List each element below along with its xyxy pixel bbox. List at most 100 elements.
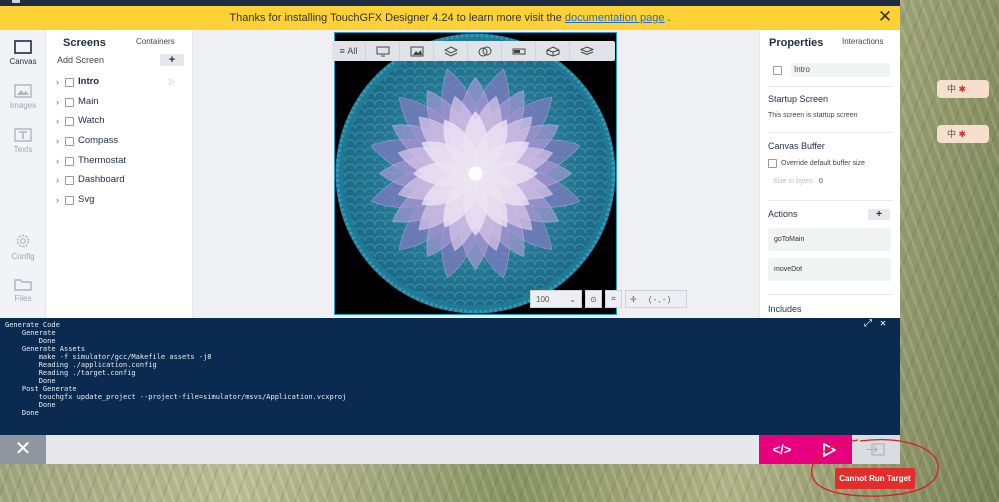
canvas-area: 100 ⌄ ⊙ ⌗ ✛ ( - , - ) ≡ All xyxy=(193,30,759,318)
properties-panel: Properties Interactions Intro Startup Sc… xyxy=(759,30,900,318)
chevron-right-icon[interactable]: › xyxy=(56,77,59,87)
screen-label: Thermostat xyxy=(78,155,127,166)
filter-all-button[interactable]: ≡ All xyxy=(332,41,366,61)
nav-files-label: Files xyxy=(14,294,32,303)
ime-tag-1[interactable]: 中 ✱ xyxy=(937,80,989,98)
screen-checkbox[interactable] xyxy=(65,98,74,107)
folder-icon xyxy=(14,279,32,291)
screen-item-thermostat[interactable]: › Thermostat xyxy=(46,153,193,171)
nav-texts-label: Texts xyxy=(13,145,33,154)
screens-panel: Screens Containers Add Screen + › Intro … xyxy=(46,30,193,318)
run-target-icon xyxy=(867,443,885,456)
screen-label: Main xyxy=(78,96,99,107)
screen-item-svg[interactable]: › Svg xyxy=(46,192,193,210)
chevron-right-icon[interactable]: › xyxy=(56,116,59,126)
nav-canvas[interactable]: Canvas xyxy=(0,40,46,66)
screen-label: Dashboard xyxy=(78,174,125,185)
add-screen-button[interactable]: + xyxy=(160,54,184,66)
divider xyxy=(768,294,892,295)
run-simulator-button[interactable] xyxy=(805,435,852,464)
screen-checkbox[interactable] xyxy=(65,78,74,87)
coordinates-display: ✛ ( - , - ) xyxy=(625,290,687,308)
containers-tab[interactable]: Containers xyxy=(136,37,175,46)
image-icon xyxy=(14,84,32,98)
size-in-bytes-label: Size in bytes xyxy=(773,178,813,185)
properties-title[interactable]: Properties xyxy=(769,37,823,49)
nav-canvas-label: Canvas xyxy=(9,57,37,66)
divider xyxy=(768,200,892,201)
fit-icon[interactable]: ⊙ xyxy=(585,290,602,308)
screen-preview[interactable]: 100 ⌄ ⊙ ⌗ ✛ ( - , - ) xyxy=(334,32,687,315)
text-icon xyxy=(14,128,32,142)
screens-title[interactable]: Screens xyxy=(63,37,106,49)
close-icon[interactable]: ✕ xyxy=(876,8,894,26)
screen-item-watch[interactable]: › Watch xyxy=(46,113,193,131)
override-buffer-checkbox[interactable] xyxy=(768,159,777,168)
screen-visible-checkbox[interactable] xyxy=(773,66,782,75)
maximize-icon[interactable]: ⤢ xyxy=(864,319,872,329)
shapes-icon[interactable] xyxy=(468,41,502,61)
close-console-icon[interactable]: ✕ xyxy=(880,319,886,329)
chevron-right-icon[interactable]: › xyxy=(56,97,59,107)
add-screen-label: Add Screen xyxy=(57,55,105,65)
ime-tag-2[interactable]: 中 ✱ xyxy=(937,125,989,143)
layers-glyph xyxy=(580,45,594,55)
includes-title: Includes xyxy=(768,304,802,314)
image-icon[interactable] xyxy=(400,41,434,61)
screen-label: Compass xyxy=(78,135,119,146)
chevron-right-icon[interactable]: › xyxy=(56,156,59,166)
nav-images[interactable]: Images xyxy=(0,84,46,110)
play-icon[interactable]: ▷ xyxy=(169,77,175,86)
gear-icon xyxy=(16,234,30,248)
progress-glyph xyxy=(512,48,525,54)
add-action-button[interactable]: + xyxy=(868,209,890,220)
screen-checkbox[interactable] xyxy=(65,137,74,146)
nav-texts[interactable]: Texts xyxy=(0,128,46,154)
canvas-icon xyxy=(14,40,32,54)
code-button[interactable]: </> xyxy=(759,435,805,464)
progress-icon[interactable] xyxy=(502,41,536,61)
action-item[interactable]: goToMain xyxy=(768,228,891,251)
screen-item-intro[interactable]: › Intro ▷ xyxy=(46,74,193,92)
crop-icon[interactable]: ⌗ xyxy=(605,290,622,308)
chevron-right-icon[interactable]: › xyxy=(56,175,59,185)
zoom-bar: 100 ⌄ ⊙ ⌗ ✛ ( - , - ) xyxy=(530,290,705,308)
stack-icon[interactable] xyxy=(434,41,468,61)
generate-code-console: Generate Code Generate Done Generate Ass… xyxy=(0,318,900,435)
cannot-run-target-tooltip: Cannot Run Target xyxy=(835,468,915,489)
action-item[interactable]: moveDot xyxy=(768,258,891,281)
nav-config[interactable]: Config xyxy=(0,233,46,261)
screen-name-field[interactable]: Intro xyxy=(791,63,890,77)
banner-period: . xyxy=(667,12,671,24)
zoom-select[interactable]: 100 ⌄ xyxy=(530,290,582,308)
nav-files[interactable]: Files xyxy=(0,277,46,303)
app-icon xyxy=(12,0,20,3)
run-target-button[interactable] xyxy=(852,435,900,464)
screen-checkbox[interactable] xyxy=(65,196,74,205)
size-in-bytes-value[interactable]: 0 xyxy=(819,178,823,185)
shapes-glyph xyxy=(478,46,491,56)
screen-item-compass[interactable]: › Compass xyxy=(46,133,193,151)
screen-checkbox[interactable] xyxy=(65,176,74,185)
screen-label: Watch xyxy=(78,115,105,126)
stack-glyph xyxy=(443,45,458,57)
interactions-tab[interactable]: Interactions xyxy=(842,37,883,46)
documentation-link[interactable]: documentation page xyxy=(565,12,665,24)
mandala-image xyxy=(335,33,616,314)
layers-icon[interactable] xyxy=(570,41,604,61)
override-buffer-label: Override default buffer size xyxy=(781,160,865,167)
screen-checkbox[interactable] xyxy=(65,157,74,166)
close-log-button[interactable]: ✕ xyxy=(0,435,46,464)
image-filter-icon[interactable] xyxy=(366,41,400,61)
chevron-right-icon[interactable]: › xyxy=(56,195,59,205)
bottom-bar: ✕ </> xyxy=(0,435,900,464)
console-output: Generate Code Generate Done Generate Ass… xyxy=(5,321,347,417)
screen-item-dashboard[interactable]: › Dashboard xyxy=(46,172,193,190)
screen-item-main[interactable]: › Main xyxy=(46,94,193,112)
monitor-glyph xyxy=(376,46,389,56)
container-icon[interactable] xyxy=(536,41,570,61)
filter-icon: ≡ xyxy=(339,46,345,56)
banner-text: Thanks for installing TouchGFX Designer … xyxy=(229,12,562,24)
chevron-right-icon[interactable]: › xyxy=(56,136,59,146)
screen-checkbox[interactable] xyxy=(65,117,74,126)
